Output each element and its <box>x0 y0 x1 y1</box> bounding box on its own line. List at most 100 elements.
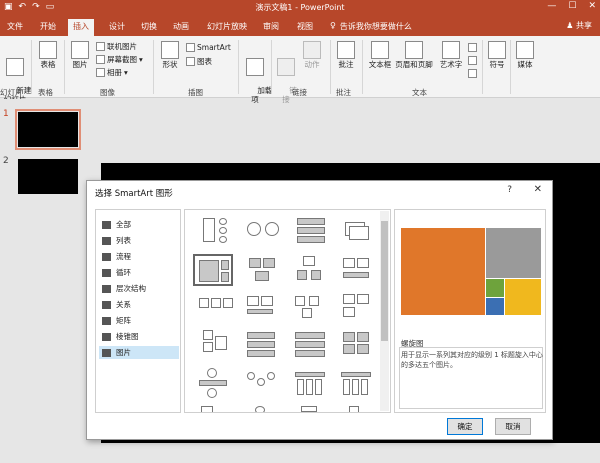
layout-thumbnail[interactable] <box>339 330 379 362</box>
slide-thumbnail-1[interactable] <box>15 109 81 150</box>
symbol-button[interactable]: 符号 <box>486 41 508 70</box>
tab-review[interactable]: 审阅 <box>258 19 284 36</box>
table-button[interactable]: 表格 <box>36 41 60 70</box>
layout-thumbnail[interactable] <box>339 292 379 324</box>
layout-thumbnail[interactable] <box>339 368 379 400</box>
category-label: 图片 <box>116 348 131 357</box>
layout-thumbnail[interactable] <box>197 330 237 362</box>
category-relationship[interactable]: 关系 <box>99 298 179 311</box>
share-label: 共享 <box>576 21 592 30</box>
layout-thumbnail[interactable] <box>339 254 379 286</box>
addins-button[interactable]: 加载 项 <box>243 41 272 113</box>
ok-button[interactable]: 确定 <box>447 418 483 435</box>
wordart-button[interactable]: 艺术字 <box>436 41 466 70</box>
gallery-scrollbar[interactable] <box>380 211 389 411</box>
layout-thumbnail[interactable] <box>293 368 333 400</box>
group-comments-label: 批注 <box>336 88 351 97</box>
picture-button[interactable]: 图片 <box>68 41 92 70</box>
layout-thumbnail[interactable] <box>339 404 379 412</box>
shapes-icon <box>161 41 179 59</box>
tab-transitions[interactable]: 切换 <box>136 19 162 36</box>
layout-thumbnail[interactable] <box>293 216 333 248</box>
category-list: 全部 列表 流程 循环 层次结构 关系 矩阵 棱锥图 图片 <box>95 209 181 413</box>
layout-thumbnail[interactable] <box>197 368 237 400</box>
album-label: 相册 <box>107 68 122 77</box>
layout-thumbnail-selected[interactable] <box>193 254 233 286</box>
layout-thumbnail[interactable] <box>339 216 379 248</box>
slide-number-button[interactable] <box>468 55 477 66</box>
tab-slideshow[interactable]: 幻灯片放映 <box>202 19 252 36</box>
tab-insert[interactable]: 插入 <box>68 19 94 36</box>
header-footer-button[interactable]: 页眉和页脚 <box>394 41 434 70</box>
dropdown-arrow-icon: ▾ <box>139 55 143 64</box>
tab-file[interactable]: 文件 <box>2 19 28 36</box>
smartart-button[interactable]: SmartArt <box>186 42 231 53</box>
slide-number-icon <box>468 56 477 65</box>
category-all[interactable]: 全部 <box>99 218 179 231</box>
category-hierarchy[interactable]: 层次结构 <box>99 282 179 295</box>
album-button[interactable]: 相册 ▾ <box>96 67 128 78</box>
tab-design[interactable]: 设计 <box>104 19 130 36</box>
window-title: 演示文稿1 - PowerPoint <box>255 3 345 12</box>
layout-thumbnail[interactable] <box>197 216 237 248</box>
category-process[interactable]: 流程 <box>99 250 179 263</box>
shapes-button[interactable]: 形状 <box>158 41 182 70</box>
category-cycle[interactable]: 循环 <box>99 266 179 279</box>
layout-thumbnail[interactable] <box>245 292 285 324</box>
chart-label: 图表 <box>197 57 212 66</box>
dialog-close-button[interactable]: ✕ <box>534 184 542 195</box>
chart-button[interactable]: 图表 <box>186 56 212 67</box>
cancel-button[interactable]: 取消 <box>495 418 531 435</box>
ribbon: 新建 幻灯片 表格 图片 联机图片 屏幕截图 ▾ 相册 ▾ 形状 <box>0 36 600 103</box>
textbox-button[interactable]: 文本框 <box>366 41 394 70</box>
category-pyramid[interactable]: 棱锥图 <box>99 330 179 343</box>
online-pictures-button[interactable]: 联机图片 <box>96 41 137 52</box>
layout-thumbnail[interactable] <box>245 368 285 400</box>
layout-thumbnail[interactable] <box>293 292 333 324</box>
layout-thumbnail[interactable] <box>245 330 285 362</box>
tab-home[interactable]: 开始 <box>35 19 61 36</box>
category-picture[interactable]: 图片 <box>99 346 179 359</box>
matrix-icon <box>102 316 111 325</box>
category-list-item[interactable]: 列表 <box>99 234 179 247</box>
layout-thumbnail[interactable] <box>197 292 237 324</box>
date-icon <box>468 43 477 52</box>
addins-label: 加载 项 <box>251 85 273 104</box>
action-button[interactable]: 动作 <box>300 41 324 70</box>
tab-animations[interactable]: 动画 <box>168 19 194 36</box>
date-button[interactable] <box>468 42 477 53</box>
screenshot-button[interactable]: 屏幕截图 ▾ <box>96 54 143 65</box>
lightbulb-icon: ♀ <box>330 21 336 30</box>
layout-thumbnail[interactable] <box>245 254 285 286</box>
divider <box>238 40 239 94</box>
tab-view[interactable]: 视图 <box>292 19 318 36</box>
scrollbar-thumb[interactable] <box>381 221 388 341</box>
screenshot-icon <box>96 55 105 64</box>
chart-icon <box>186 57 195 66</box>
tell-me-box[interactable]: ♀ 告诉我你想要做什么 <box>330 21 412 32</box>
media-button[interactable]: 媒体 <box>514 41 536 70</box>
slide-number: 1 <box>3 109 9 119</box>
category-matrix[interactable]: 矩阵 <box>99 314 179 327</box>
layout-thumbnail[interactable] <box>293 254 333 286</box>
share-button[interactable]: ♟ 共享 <box>566 20 592 31</box>
help-button[interactable]: ? <box>507 185 512 195</box>
layout-thumbnail[interactable] <box>245 404 285 412</box>
layout-thumbnail[interactable] <box>245 216 285 248</box>
category-label: 棱锥图 <box>116 332 139 341</box>
comment-button[interactable]: 批注 <box>334 41 358 70</box>
ribbon-tab-bar: 文件 开始 插入 设计 切换 动画 幻灯片放映 审阅 视图 ♀ 告诉我你想要做什… <box>0 16 600 36</box>
object-button[interactable] <box>468 68 477 79</box>
shapes-label: 形状 <box>162 60 178 69</box>
group-images-label: 图像 <box>100 88 115 97</box>
group-links-label: 链接 <box>292 88 307 97</box>
layout-thumbnail[interactable] <box>293 330 333 362</box>
layout-thumbnail[interactable] <box>293 404 333 412</box>
layout-thumbnail[interactable] <box>197 404 237 412</box>
close-window-button[interactable]: ✕ <box>588 1 596 11</box>
link-button[interactable]: 链 接 <box>275 41 297 113</box>
minimize-button[interactable]: — <box>547 1 556 11</box>
slide-thumbnail-2[interactable] <box>18 159 78 194</box>
maximize-button[interactable]: ☐ <box>568 1 576 11</box>
category-label: 关系 <box>116 300 131 309</box>
